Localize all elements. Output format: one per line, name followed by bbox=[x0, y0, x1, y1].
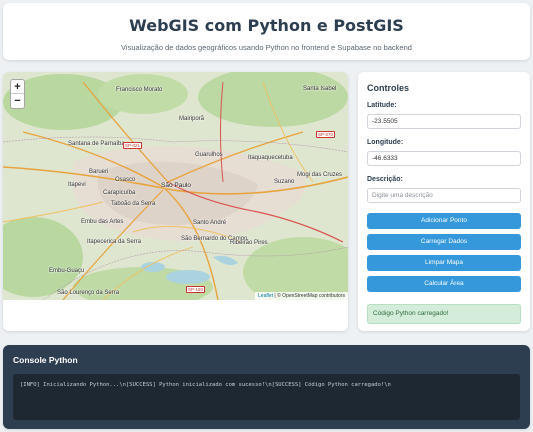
zoom-out-button[interactable]: − bbox=[11, 94, 24, 108]
road-shield: SP-070 bbox=[316, 131, 336, 138]
status-message: Código Python carregado! bbox=[367, 304, 521, 324]
page-subtitle: Visualização de dados geográficos usando… bbox=[121, 43, 412, 52]
latitude-input[interactable]: -23.5505 bbox=[367, 114, 521, 129]
road-shield: SP-021 bbox=[123, 142, 143, 149]
map-label: Ribeirão Pires bbox=[230, 240, 268, 246]
map-label: Itapecerica da Serra bbox=[87, 239, 142, 245]
map-label: Embu das Artes bbox=[81, 219, 124, 225]
zoom-in-button[interactable]: + bbox=[11, 80, 24, 94]
map-label: Guarulhos bbox=[195, 152, 223, 158]
description-label: Descrição: bbox=[367, 176, 403, 183]
controls-title: Controles bbox=[367, 83, 410, 93]
map-label: Mairiporã bbox=[179, 116, 205, 122]
map-label: Mogi das Cruzes bbox=[297, 172, 343, 178]
zoom-control: + − bbox=[10, 79, 25, 109]
map-label: Santana de Parnaíba bbox=[68, 141, 125, 147]
map-label: Barueri bbox=[89, 169, 109, 175]
longitude-label: Longitude: bbox=[367, 139, 404, 146]
latitude-label: Latitude: bbox=[367, 102, 397, 109]
map-label: Itaquaquecetuba bbox=[248, 155, 293, 161]
add-point-button[interactable]: Adicionar Ponto bbox=[367, 213, 521, 229]
map-view[interactable]: + − Francisco Morato Santa Isabel Mairip… bbox=[3, 72, 348, 300]
map-label: Embu-Guaçu bbox=[49, 268, 85, 274]
page-header: WebGIS com Python e PostGIS Visualização… bbox=[3, 3, 530, 60]
osm-attribution: | © OpenStreetMap contributors bbox=[273, 293, 345, 299]
leaflet-link[interactable]: Leaflet bbox=[258, 293, 273, 299]
console-output: [INFO] Inicializando Python...\n[SUCCESS… bbox=[13, 374, 520, 420]
map-label: Santo André bbox=[193, 220, 227, 226]
load-data-button[interactable]: Carregar Dados bbox=[367, 234, 521, 250]
road-shield: SP-160 bbox=[186, 286, 206, 293]
calculate-area-button[interactable]: Calcular Área bbox=[367, 276, 521, 292]
map-card: + − Francisco Morato Santa Isabel Mairip… bbox=[3, 72, 348, 331]
controls-panel: Controles Latitude: -23.5505 Longitude: … bbox=[358, 72, 530, 331]
map-label: Francisco Morato bbox=[116, 87, 163, 93]
longitude-input[interactable]: -46.6333 bbox=[367, 151, 521, 166]
python-console: Console Python [INFO] Inicializando Pyth… bbox=[3, 345, 530, 429]
map-label: São Paulo bbox=[161, 182, 191, 189]
map-label: Carapicuíba bbox=[103, 190, 136, 196]
map-label: São Lourenço da Serra bbox=[57, 290, 120, 296]
map-label: Taboão da Serra bbox=[111, 201, 156, 207]
page-title: WebGIS com Python e PostGIS bbox=[129, 16, 404, 35]
map-label: Santa Isabel bbox=[303, 86, 337, 92]
map-label: Suzano bbox=[274, 179, 295, 185]
map-label: Itapevi bbox=[68, 182, 86, 188]
map-attribution: Leaflet | © OpenStreetMap contributors bbox=[255, 292, 348, 300]
clear-map-button[interactable]: Limpar Mapa bbox=[367, 255, 521, 271]
console-title: Console Python bbox=[13, 355, 78, 365]
map-label: Osasco bbox=[115, 177, 136, 183]
description-input[interactable]: Digite uma descrição bbox=[367, 188, 521, 203]
